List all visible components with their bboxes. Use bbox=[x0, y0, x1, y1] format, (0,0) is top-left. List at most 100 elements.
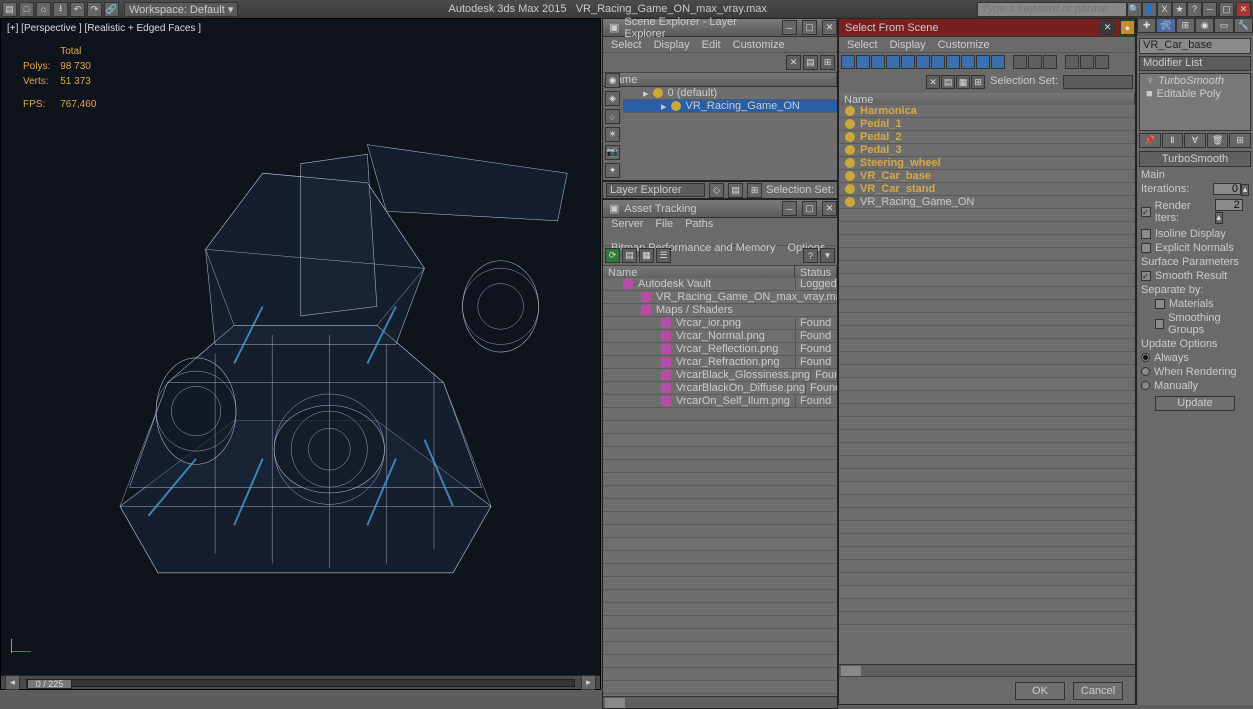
update-manual-radio[interactable] bbox=[1141, 381, 1150, 390]
asset-row[interactable]: VrcarOn_Self_Ilum.pngFound bbox=[603, 395, 837, 408]
app-menu-icon[interactable]: ▤ bbox=[2, 2, 17, 17]
timeline-next-icon[interactable]: ▸ bbox=[581, 675, 596, 690]
sfs-expand-icon[interactable]: ▦ bbox=[956, 75, 970, 89]
menu-server[interactable]: Server bbox=[611, 218, 643, 230]
undo-icon[interactable]: ↶ bbox=[70, 2, 85, 17]
modifier-list-dropdown[interactable]: Modifier List bbox=[1139, 56, 1251, 71]
list-item[interactable]: Steering_wheel bbox=[839, 157, 1135, 170]
filter-all-icon[interactable] bbox=[841, 55, 855, 69]
minimize-button[interactable]: ─ bbox=[1202, 2, 1217, 17]
update-button[interactable]: Update bbox=[1155, 396, 1235, 411]
se-geom-icon[interactable]: ◈ bbox=[605, 91, 620, 106]
se-clear-icon[interactable]: ✕ bbox=[786, 55, 801, 70]
sfs-clear-icon[interactable]: ✕ bbox=[926, 75, 940, 89]
spinner-up-icon[interactable]: ▴ bbox=[1215, 212, 1223, 224]
filter-ik-icon[interactable] bbox=[961, 55, 975, 69]
list-item[interactable]: Pedal_1 bbox=[839, 118, 1135, 131]
panel-min-icon[interactable]: ─ bbox=[782, 201, 797, 216]
cancel-button[interactable]: Cancel bbox=[1073, 682, 1123, 700]
se-shapes-icon[interactable]: ○ bbox=[605, 109, 620, 124]
stack-config-icon[interactable]: ⊞ bbox=[1229, 133, 1251, 148]
filter-light-icon[interactable] bbox=[886, 55, 900, 69]
sfs-hscroll[interactable] bbox=[839, 664, 1135, 676]
update-always-radio[interactable] bbox=[1141, 353, 1150, 362]
menu-display[interactable]: Display bbox=[654, 39, 690, 51]
scene-explorer-titlebar[interactable]: ▣ Scene Explorer - Layer Explorer ─ ▢ ✕ bbox=[603, 19, 837, 37]
menu-customize[interactable]: Customize bbox=[938, 39, 990, 51]
spinner-up-icon[interactable]: ▴ bbox=[1241, 184, 1249, 196]
scene-explorer-tree[interactable]: ▸0 (default)▸VR_Racing_Game_ON bbox=[623, 87, 837, 180]
modifier-stack[interactable]: ♀TurboSmooth ■Editable Poly bbox=[1139, 73, 1251, 131]
filter-helper-icon[interactable] bbox=[916, 55, 930, 69]
layer-lock-icon[interactable]: ◇ bbox=[709, 183, 724, 198]
filter-layer-icon[interactable] bbox=[1095, 55, 1109, 69]
open-icon[interactable]: ⌂ bbox=[36, 2, 51, 17]
layer-new-icon[interactable]: ▤ bbox=[728, 183, 743, 198]
link-icon[interactable]: 🔗 bbox=[104, 2, 119, 17]
asset-row[interactable]: VrcarBlackOn_Diffuse.pngFound bbox=[603, 382, 837, 395]
iterations-spinner[interactable] bbox=[1213, 183, 1241, 195]
menu-customize[interactable]: Customize bbox=[733, 39, 785, 51]
stack-unique-icon[interactable]: ∀ bbox=[1184, 133, 1206, 148]
filter-none1-icon[interactable] bbox=[1013, 55, 1027, 69]
at-view1-icon[interactable]: ▤ bbox=[622, 248, 637, 263]
filter-cam-icon[interactable] bbox=[901, 55, 915, 69]
tab-utilities-icon[interactable]: 🔧 bbox=[1234, 18, 1253, 33]
favorites-icon[interactable]: ★ bbox=[1172, 2, 1187, 17]
asset-row[interactable]: Vrcar_Refraction.pngFound bbox=[603, 356, 837, 369]
sfs-pin-icon[interactable]: ● bbox=[1120, 20, 1135, 35]
help-icon[interactable]: ? bbox=[1187, 2, 1202, 17]
filter-freeze-icon[interactable] bbox=[1080, 55, 1094, 69]
timeline-prev-icon[interactable]: ◂ bbox=[5, 675, 20, 690]
stack-show-icon[interactable]: Ⅱ bbox=[1162, 133, 1184, 148]
time-slider-thumb[interactable]: 0 / 225 bbox=[27, 679, 72, 689]
asset-row[interactable]: Autodesk VaultLogged bbox=[603, 278, 837, 291]
maximize-button[interactable]: ▢ bbox=[1219, 2, 1234, 17]
list-item[interactable]: Pedal_2 bbox=[839, 131, 1135, 144]
sfs-titlebar[interactable]: Select From Scene ✕ ● bbox=[839, 19, 1135, 37]
filter-space-icon[interactable] bbox=[931, 55, 945, 69]
sfs-close-icon[interactable]: ✕ bbox=[1100, 20, 1115, 35]
sfs-list[interactable]: HarmonicaPedal_1Pedal_2Pedal_3Steering_w… bbox=[839, 105, 1135, 674]
stack-remove-icon[interactable]: 🗑 bbox=[1207, 133, 1229, 148]
panel-close-icon[interactable]: ✕ bbox=[822, 20, 837, 35]
se-lights-icon[interactable]: ☀ bbox=[605, 127, 620, 142]
layer-add-icon[interactable]: ⊞ bbox=[747, 183, 762, 198]
time-slider[interactable]: ◂ 0 / 225 ▸ bbox=[1, 675, 600, 689]
asset-tracking-titlebar[interactable]: ▣ Asset Tracking ─ ▢ ✕ bbox=[603, 200, 837, 218]
menu-display[interactable]: Display bbox=[890, 39, 926, 51]
tree-item[interactable]: ▸VR_Racing_Game_ON bbox=[623, 100, 837, 113]
time-slider-track[interactable]: 0 / 225 bbox=[26, 679, 575, 687]
se-display-all-icon[interactable]: ◉ bbox=[605, 73, 620, 88]
menu-select[interactable]: Select bbox=[847, 39, 878, 51]
at-help-icon[interactable]: ? bbox=[803, 248, 818, 263]
search-icon[interactable]: 🔍 bbox=[1127, 2, 1142, 17]
sfs-collapse-icon[interactable]: ▤ bbox=[941, 75, 955, 89]
asset-row[interactable]: Maps / Shaders bbox=[603, 304, 837, 317]
tree-item[interactable]: ▸0 (default) bbox=[623, 87, 837, 100]
viewport-label[interactable]: [+] [Perspective ] [Realistic + Edged Fa… bbox=[7, 23, 201, 34]
menu-paths[interactable]: Paths bbox=[685, 218, 713, 230]
tab-create-icon[interactable]: ✚ bbox=[1137, 18, 1156, 33]
viewport-perspective[interactable]: [+] [Perspective ] [Realistic + Edged Fa… bbox=[0, 18, 601, 690]
menu-edit[interactable]: Edit bbox=[702, 39, 721, 51]
filter-bone-icon[interactable] bbox=[946, 55, 960, 69]
asset-row[interactable]: Vrcar_Reflection.pngFound bbox=[603, 343, 837, 356]
materials-checkbox[interactable] bbox=[1155, 299, 1165, 309]
asset-row[interactable]: VR_Racing_Game_ON_max_vray.maxOk bbox=[603, 291, 837, 304]
help-search-input[interactable] bbox=[977, 2, 1127, 17]
sfs-layer-icon[interactable]: ⊞ bbox=[971, 75, 985, 89]
smooth-result-checkbox[interactable] bbox=[1141, 271, 1151, 281]
layer-dropdown[interactable]: Layer Explorer bbox=[606, 183, 705, 197]
tab-motion-icon[interactable]: ◉ bbox=[1195, 18, 1214, 33]
rollout-turbosmooth[interactable]: TurboSmooth bbox=[1139, 151, 1251, 167]
signin-icon[interactable]: 👤 bbox=[1142, 2, 1157, 17]
stack-editablepoly[interactable]: Editable Poly bbox=[1157, 88, 1221, 100]
at-view3-icon[interactable]: ☰ bbox=[656, 248, 671, 263]
asset-row[interactable]: Vrcar_ior.pngFound bbox=[603, 317, 837, 330]
stack-pin-icon[interactable]: 📌 bbox=[1139, 133, 1161, 148]
menu-file[interactable]: File bbox=[655, 218, 673, 230]
filter-xref-icon[interactable] bbox=[991, 55, 1005, 69]
filter-geom-icon[interactable] bbox=[856, 55, 870, 69]
filter-hide-icon[interactable] bbox=[1065, 55, 1079, 69]
